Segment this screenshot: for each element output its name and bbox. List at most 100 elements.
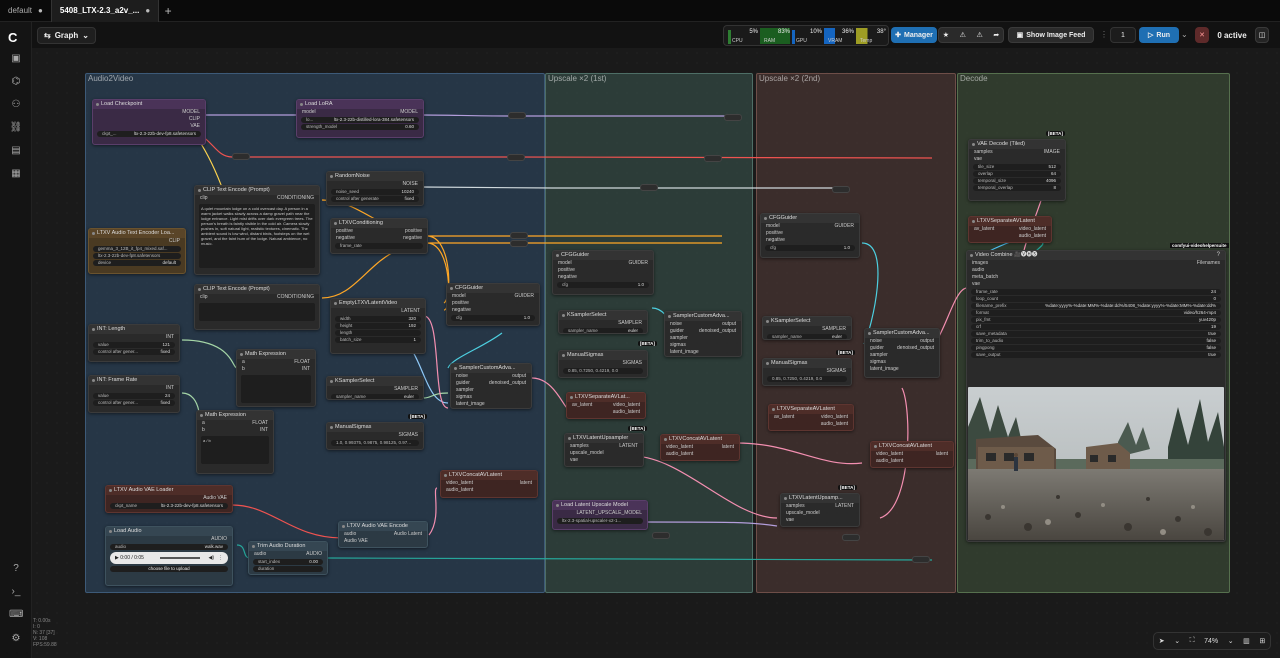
input-audio-latent[interactable]: audio_latent [871,458,953,465]
graph-canvas[interactable]: Audio2Video Upscale ×2 (1st) Upscale ×2 … [32,48,1280,658]
show-image-feed-button[interactable]: ▣ Show Image Feed [1008,27,1094,43]
input-positive[interactable]: positive [761,230,859,237]
ckpt-name-combo[interactable]: ltx-2.3-22b-dev-fp8.safetensors [93,253,181,259]
input-upscale-model[interactable]: upscale_model [781,510,859,517]
manager-button[interactable]: ✚ Manager [891,27,937,43]
input-sigmas[interactable]: sigmas [865,359,939,366]
input-audio[interactable]: audio [967,267,1225,274]
reroute-node[interactable] [842,534,860,541]
input-b[interactable]: b INT [237,366,315,373]
node-load-checkpoint[interactable]: Load Checkpoint MODEL CLIP VAE ckpt_... … [92,99,206,145]
input-video-latent[interactable]: video_latent latent [871,451,953,458]
cancel-run-button[interactable]: ✕ [1195,27,1209,43]
input-negative[interactable]: negative [447,307,539,314]
save-output-toggle[interactable]: save_output true [971,352,1221,358]
expression-textarea[interactable]: a / b [201,436,269,464]
input-vae[interactable]: vae [969,156,1065,163]
link-visibility-icon[interactable]: ⊞ [1259,637,1265,645]
node-ltxv-separate-av-latent-1st[interactable]: LTXVSeparateAVLat... av_latent video_late… [566,392,646,419]
device-combo[interactable]: device default [93,260,181,266]
chevron-down-icon[interactable]: ⌄ [1174,637,1180,645]
input-positive[interactable]: positive [553,267,653,274]
width-input[interactable]: width 320 [335,316,421,322]
tab-workflow[interactable]: 5408_LTX-2.3_a2v_... ● [50,0,160,22]
input-vae[interactable]: vae [967,281,1225,288]
workflows-icon[interactable]: ⛓ [9,121,23,135]
warning-icon[interactable]: ⚠ [976,31,982,39]
input-latent-image[interactable]: latent_image [865,366,939,373]
input-a[interactable]: a FLOAT [237,359,315,366]
input-av-latent[interactable]: av_latent video_latent [969,226,1051,233]
input-positive[interactable]: positive positive [331,228,427,235]
node-ltxv-audio-vae-loader[interactable]: LTXV Audio VAE Loader Audio VAE ckpt_nam… [105,485,233,513]
reroute-node[interactable] [640,184,658,191]
alert-icon[interactable]: ⚠ [960,31,966,39]
input-guider[interactable]: guider denoised_output [451,380,531,387]
input-sampler[interactable]: sampler [665,335,741,342]
reroute-node[interactable] [912,556,930,563]
node-load-lora[interactable]: Load LoRA model MODEL lo... ltx-2.3-22b-d… [296,99,424,138]
pingpong-toggle[interactable]: pingpong false [971,345,1221,351]
input-sigmas[interactable]: sigmas [451,394,531,401]
tab-default[interactable]: default ● [0,0,51,22]
node-ltxv-concat-av-latent[interactable]: LTXVConcatAVLatent video_latent latent au… [440,470,538,498]
terminal-icon[interactable]: ›_ [9,585,23,599]
node-int-frame-rate[interactable]: INT: Frame Rate INT value 24 control afte… [88,375,180,413]
strength-model-input[interactable]: strength_model 0.60 [301,124,419,130]
temporal-size-input[interactable]: temporal_size 4096 [973,178,1061,184]
reroute-node[interactable] [508,112,526,119]
cfg-input[interactable]: cfg 1.0 [765,245,855,251]
format-combo[interactable]: format video/h264-mp4 [971,310,1221,316]
reroute-node[interactable] [507,154,525,161]
batch-size-input[interactable]: batch_size 1 [335,337,421,343]
ckpt-name-combo[interactable]: ckpt_... ltx-2.3-22b-dev-fp8.safetensors [97,131,201,137]
output-sampler[interactable]: SAMPLER [559,320,647,327]
video-preview[interactable] [968,387,1224,540]
start-index-input[interactable]: start_index 0.00 [253,559,323,565]
input-audio-latent[interactable]: audio_latent [441,487,537,494]
node-ltxv-latent-upsampler-2nd[interactable]: LTXVLatentUpsamp... samples LATENT upscal… [780,493,860,527]
lora-name-combo[interactable]: lo... ltx-2.3-22b-distilled-lora-384.saf… [301,117,419,123]
negative-prompt-textarea[interactable] [199,303,315,321]
cfg-input[interactable]: cfg 1.0 [451,315,535,321]
templates-icon[interactable]: ▤ [9,144,23,158]
loop-count-input[interactable]: loop_count 0 [971,296,1221,302]
node-sampler-custom-advanced[interactable]: SamplerCustomAdva... noise output guider d… [450,363,532,409]
input-model[interactable]: model MODEL [297,109,423,116]
comfy-logo-icon[interactable]: C [8,30,26,46]
input-images[interactable]: images Filenames [967,260,1225,267]
input-audio-vae[interactable]: Audio VAE [339,538,427,545]
input-guider[interactable]: guider denoised_output [865,345,939,352]
input-guider[interactable]: guider denoised_output [665,328,741,335]
input-noise[interactable]: noise output [451,373,531,380]
input-samples[interactable]: samples LATENT [565,443,643,450]
choose-file-button[interactable]: choose file to upload [110,566,228,572]
node-cfg-guider-1st[interactable]: CFGGuider model GUIDER positive negative … [552,250,654,295]
sigmas-input[interactable]: 0.85, 0.7250, 0.4219, 0.0 [767,376,847,382]
fit-view-icon[interactable]: ⛶ [1190,637,1195,645]
toggle-panel-button[interactable]: ◫ [1255,27,1269,43]
node-math-expression-2[interactable]: Math Expression a FLOAT b INT a / b [196,410,274,474]
zoom-level[interactable]: 74% [1204,638,1218,645]
output-sigmas[interactable]: SIGMAS [559,360,647,367]
temporal-overlap-input[interactable]: temporal_overlap 8 [973,185,1061,191]
input-negative[interactable]: negative negative [331,235,427,242]
length-input[interactable]: length [335,330,421,336]
chevron-down-icon[interactable]: ⌄ [1228,637,1234,645]
node-empty-ltxv-latent-video[interactable]: EmptyLTXVLatentVideo LATENT width 320 hei… [330,298,426,354]
value-input[interactable]: value 121 [93,342,175,348]
text-encoder-combo[interactable]: gemma_3_12B_it_fp4_mixed.saf... [93,246,181,252]
input-negative[interactable]: negative [761,237,859,244]
cfg-input[interactable]: cfg 1.0 [557,282,649,288]
reroute-node[interactable] [510,240,528,247]
node-random-noise[interactable]: RandomNoise NOISE noise_seed 10240 contro… [326,171,424,206]
output-sigmas[interactable]: SIGMAS [327,432,423,439]
input-samples[interactable]: samples IMAGE [969,149,1065,156]
input-video-latent[interactable]: video_latent latent [661,444,739,451]
input-audio-latent[interactable]: audio_latent [661,451,739,458]
settings-gear-icon[interactable]: ⚙ [9,632,23,646]
input-model[interactable]: model GUIDER [761,223,859,230]
audio-player[interactable]: ▶ 0:00 / 0:05 ◀) ⋮ [110,552,228,564]
play-icon[interactable]: ▶ [115,555,119,561]
queue-active-count[interactable]: 0 active [1214,27,1250,43]
